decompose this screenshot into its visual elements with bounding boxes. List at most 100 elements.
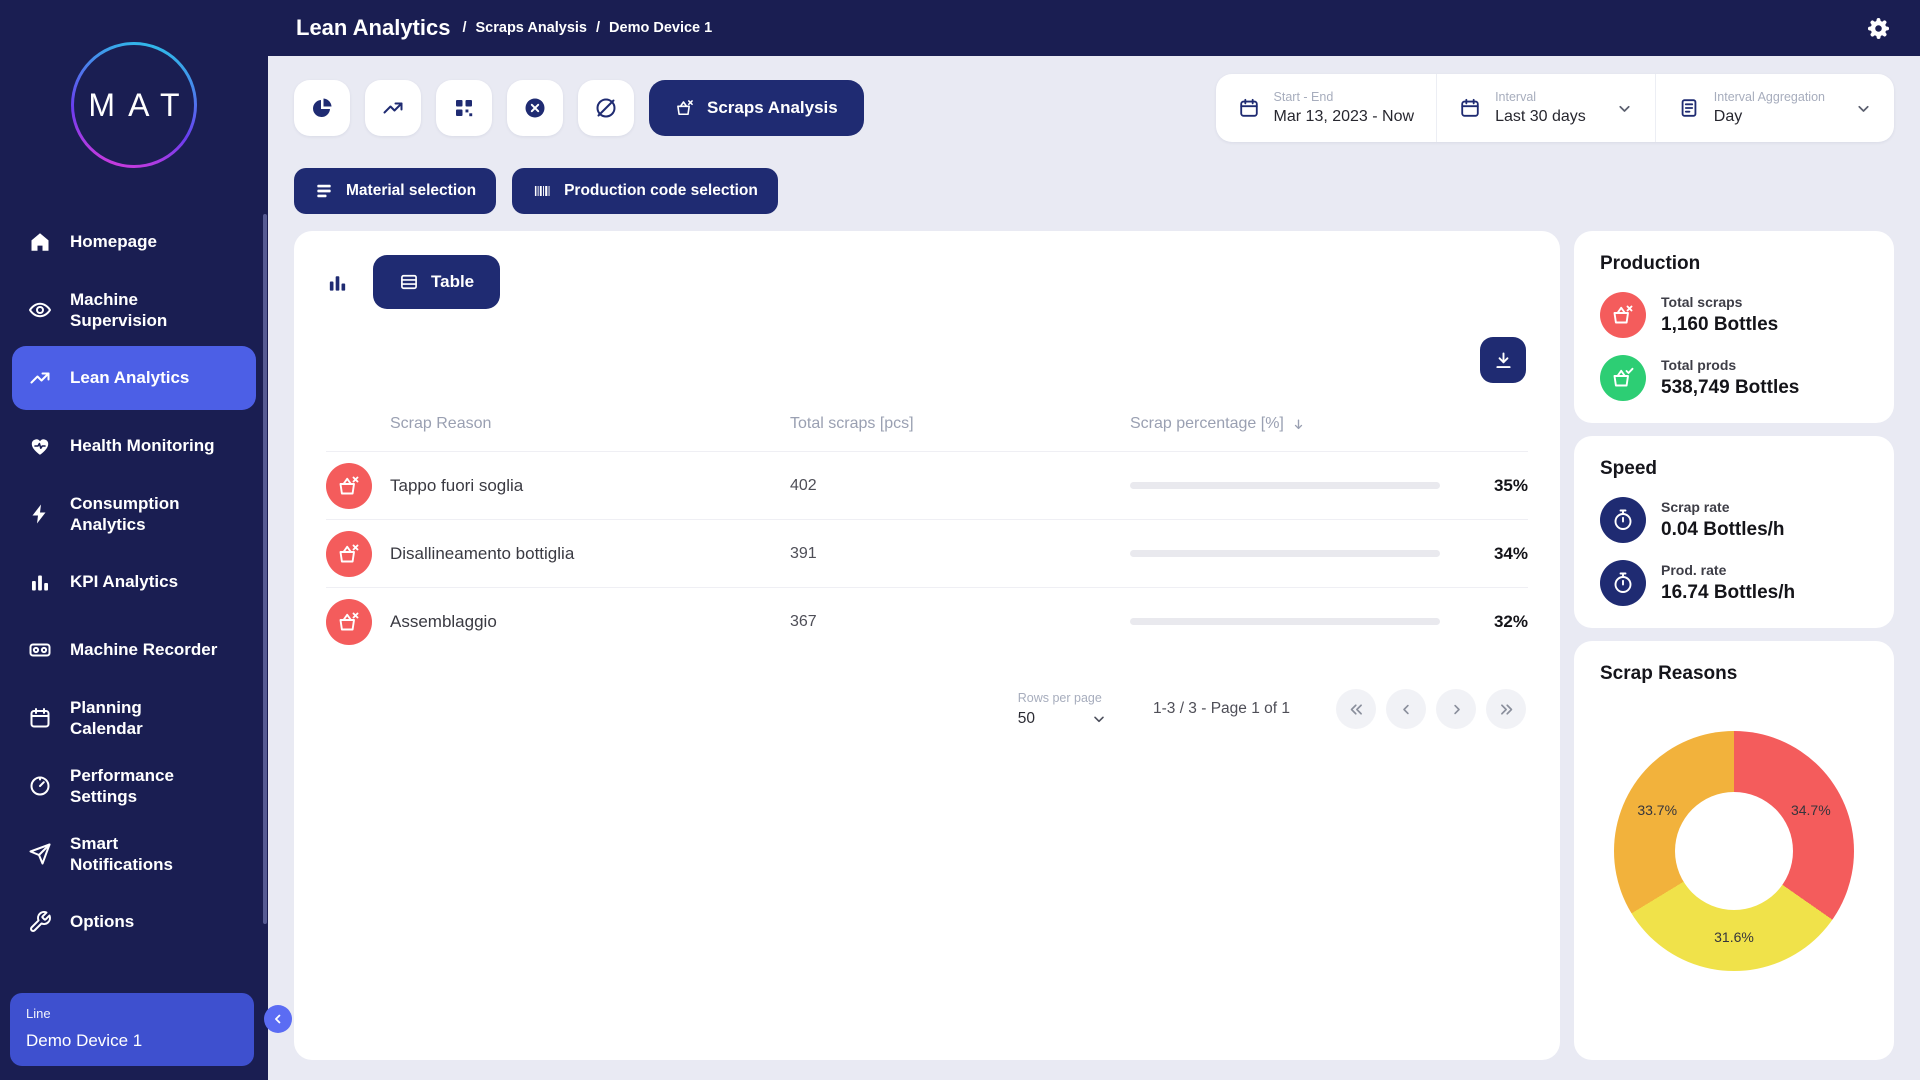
donut-label: 34.7% <box>1791 802 1831 818</box>
next-page-button[interactable] <box>1436 689 1476 729</box>
wrench-icon <box>28 910 52 934</box>
breadcrumb: / Scraps Analysis / Demo Device 1 <box>462 20 712 36</box>
page-info: 1-3 / 3 - Page 1 of 1 <box>1153 700 1290 718</box>
sidebar-item-label: Homepage <box>70 231 157 252</box>
interval-filter[interactable]: Interval Last 30 days <box>1436 74 1655 142</box>
trend-icon <box>28 366 52 390</box>
basket-x-icon <box>326 531 372 577</box>
stat-value: 16.74 Bottles/h <box>1661 582 1795 604</box>
filter-bar: Start - End Mar 13, 2023 - Now Interval … <box>1216 74 1894 142</box>
double-chevron-left-icon <box>1348 701 1365 718</box>
rows-per-page[interactable]: Rows per page 50 <box>1018 691 1107 728</box>
sidebar-item-label: Performance Settings <box>70 765 174 808</box>
interval-label: Interval <box>1495 90 1586 104</box>
sidebar-scrollbar[interactable] <box>263 214 267 924</box>
stat-value: 0.04 Bottles/h <box>1661 519 1785 541</box>
sidebar-item-lean-analytics[interactable]: Lean Analytics <box>12 346 256 410</box>
x-circle-icon <box>523 96 547 120</box>
sidebar-item-label: Machine Recorder <box>70 639 217 660</box>
view-switcher: Scraps Analysis <box>294 80 864 136</box>
sort-descending-icon <box>1291 417 1306 432</box>
double-chevron-right-icon <box>1498 701 1515 718</box>
scrap-reason: Tappo fuori soglia <box>390 476 790 496</box>
donut-label: 31.6% <box>1714 929 1754 945</box>
barcode-icon <box>532 181 552 201</box>
table-view-toggle-button[interactable]: Table <box>373 255 500 309</box>
production-code-selection-button[interactable]: Production code selection <box>512 168 778 214</box>
date-range-filter[interactable]: Start - End Mar 13, 2023 - Now <box>1216 74 1437 142</box>
sidebar-item-label: Options <box>70 911 134 932</box>
sidebar-item-performance-settings[interactable]: Performance Settings <box>12 754 256 818</box>
bar-chart-icon <box>326 271 349 294</box>
sidebar-item-options[interactable]: Options <box>12 890 256 954</box>
home-icon <box>28 230 52 254</box>
layers-icon <box>314 181 334 201</box>
interval-value: Last 30 days <box>1495 108 1586 126</box>
total-scraps: 391 <box>790 545 1130 563</box>
download-button[interactable] <box>1480 337 1526 383</box>
previous-page-button[interactable] <box>1386 689 1426 729</box>
stat-prod-rate: Prod. rate 16.74 Bottles/h <box>1600 560 1868 606</box>
aggregation-filter[interactable]: Interval Aggregation Day <box>1655 74 1894 142</box>
scrap-reason: Assemblaggio <box>390 612 790 632</box>
percentage-bar <box>1130 550 1440 557</box>
heart-pulse-icon <box>28 434 52 458</box>
date-range-text: Start - End Mar 13, 2023 - Now <box>1274 90 1415 126</box>
sidebar-item-consumption-analytics[interactable]: Consumption Analytics <box>12 482 256 546</box>
qr-code-view-button[interactable] <box>436 80 492 136</box>
app-root: MAT Homepage Machine Supervision Lean An… <box>0 0 1920 1080</box>
material-selection-button[interactable]: Material selection <box>294 168 496 214</box>
calendar-icon <box>1238 97 1260 119</box>
settings-button[interactable] <box>1867 17 1890 40</box>
material-selection-label: Material selection <box>346 182 476 200</box>
scraps-analysis-button[interactable]: Scraps Analysis <box>649 80 864 136</box>
aggregation-value: Day <box>1714 108 1825 126</box>
chart-view-toggle-button[interactable] <box>326 271 349 294</box>
breadcrumb-item[interactable]: Scraps Analysis <box>476 20 588 36</box>
production-title: Production <box>1600 253 1868 275</box>
main-area: Lean Analytics / Scraps Analysis / Demo … <box>268 0 1920 1080</box>
chevron-left-icon <box>271 1012 285 1026</box>
sidebar-item-label: Consumption Analytics <box>70 493 180 536</box>
sidebar-item-homepage[interactable]: Homepage <box>12 210 256 274</box>
stat-label: Scrap rate <box>1661 499 1785 515</box>
sidebar-item-health-monitoring[interactable]: Health Monitoring <box>12 414 256 478</box>
table-icon <box>399 272 419 292</box>
chevron-down-icon <box>1855 100 1872 117</box>
topbar: Lean Analytics / Scraps Analysis / Demo … <box>268 0 1920 56</box>
sidebar-item-machine-recorder[interactable]: Machine Recorder <box>12 618 256 682</box>
sidebar-nav: Homepage Machine Supervision Lean Analyt… <box>0 186 268 954</box>
table-button-label: Table <box>431 272 474 292</box>
sidebar: MAT Homepage Machine Supervision Lean An… <box>0 0 268 1080</box>
eye-icon <box>28 298 52 322</box>
toolbar-row: Scraps Analysis Start - End Mar 13, 2023… <box>294 74 1894 142</box>
scraps-table-panel: Table Scrap Reason Total scraps [pcs] Sc… <box>294 231 1560 1060</box>
stat-label: Total scraps <box>1661 294 1778 310</box>
sidebar-item-smart-notifications[interactable]: Smart Notifications <box>12 822 256 886</box>
first-page-button[interactable] <box>1336 689 1376 729</box>
interval-text: Interval Last 30 days <box>1495 90 1586 126</box>
gauge-off-view-button[interactable] <box>578 80 634 136</box>
percentage-bar <box>1130 618 1440 625</box>
gauge-icon <box>28 774 52 798</box>
sidebar-collapse-button[interactable] <box>264 1005 292 1033</box>
basket-x-icon <box>675 98 695 118</box>
chevron-down-icon <box>1616 100 1633 117</box>
breadcrumb-item[interactable]: Demo Device 1 <box>609 20 712 36</box>
pie-chart-view-button[interactable] <box>294 80 350 136</box>
sidebar-item-planning-calendar[interactable]: Planning Calendar <box>12 686 256 750</box>
basket-check-icon <box>1600 355 1646 401</box>
chevron-right-icon <box>1448 701 1465 718</box>
x-circle-view-button[interactable] <box>507 80 563 136</box>
sidebar-item-kpi-analytics[interactable]: KPI Analytics <box>12 550 256 614</box>
lightning-icon <box>28 502 52 526</box>
content: Scraps Analysis Start - End Mar 13, 2023… <box>268 56 1920 1080</box>
last-page-button[interactable] <box>1486 689 1526 729</box>
device-panel[interactable]: Line Demo Device 1 <box>10 993 254 1066</box>
header-scrap-percentage[interactable]: Scrap percentage [%] <box>1130 415 1440 433</box>
trend-view-button[interactable] <box>365 80 421 136</box>
donut-hole <box>1675 792 1793 910</box>
sidebar-item-machine-supervision[interactable]: Machine Supervision <box>12 278 256 342</box>
selection-row: Material selection Production code selec… <box>294 168 1894 214</box>
scrap-reasons-chart: 34.7% 31.6% 33.7% <box>1614 731 1854 971</box>
